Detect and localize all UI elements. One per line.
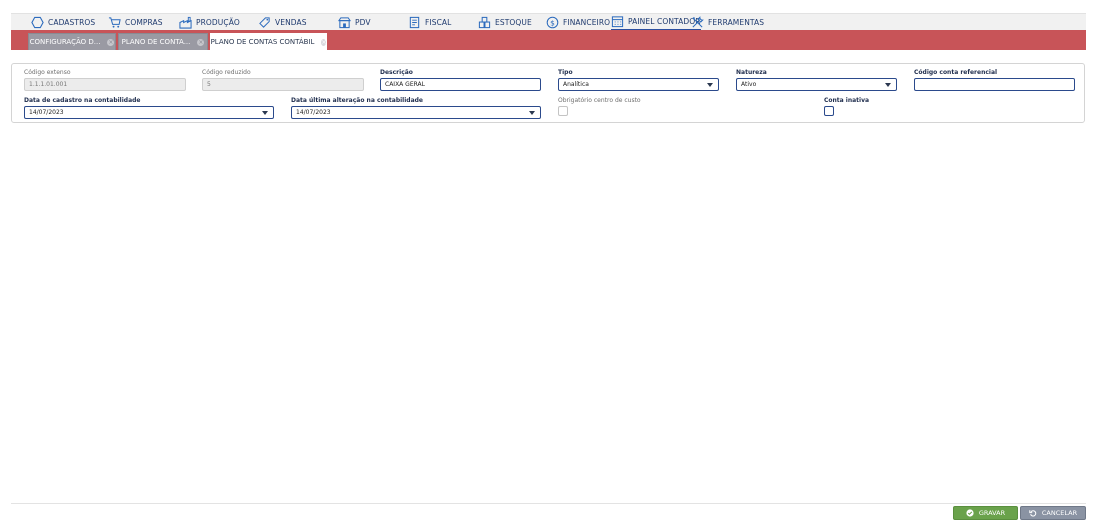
tab-bar: CONFIGURAÇÃO D... × PLANO DE CONTA... × … [11, 30, 1086, 50]
data-cadastro-field[interactable]: 14/07/2023 [24, 106, 274, 119]
codigo-reduzido-value: 5 [207, 81, 211, 88]
codigo-conta-referencial-label: Código conta referencial [914, 69, 998, 76]
tab-configuracao[interactable]: CONFIGURAÇÃO D... × [28, 33, 116, 50]
descricao-label: Descrição [380, 69, 413, 76]
account-form: Código extenso 1.1.1.01.001 Código reduz… [11, 63, 1085, 123]
undo-icon [1029, 510, 1037, 517]
save-label: GRAVAR [978, 509, 1006, 517]
tab-label: CONFIGURAÇÃO D... [29, 38, 101, 46]
tab-label: PLANO DE CONTA... [121, 38, 191, 46]
codigo-extenso-field: 1.1.1.01.001 [24, 78, 186, 91]
data-alteracao-value: 14/07/2023 [296, 109, 331, 116]
tipo-value: Analítica [563, 81, 589, 88]
close-icon[interactable]: × [197, 38, 205, 46]
check-circle-icon [966, 509, 974, 517]
data-alteracao-field[interactable]: 14/07/2023 [291, 106, 541, 119]
obrigatorio-centro-custo-checkbox[interactable] [558, 106, 568, 116]
chevron-down-icon [885, 83, 891, 87]
menu-label: FINANCEIRO [563, 18, 611, 27]
menu-item-vendas[interactable]: VENDAS [258, 14, 307, 31]
tab-plano-de-conta[interactable]: PLANO DE CONTA... × [118, 33, 208, 50]
boxes-icon [478, 16, 491, 29]
menu-item-ferramentas[interactable]: FERRAMENTAS [691, 14, 764, 31]
hexagon-icon [31, 16, 44, 29]
cancel-button[interactable]: CANCELAR [1020, 506, 1086, 520]
natureza-value: Ativo [741, 81, 757, 88]
tab-plano-de-contas-contabil[interactable]: PLANO DE CONTAS CONTÁBIL × [210, 33, 327, 50]
tag-icon [259, 17, 270, 28]
menu-item-pdv[interactable]: PDV [338, 14, 371, 31]
obrigatorio-centro-custo-label: Obrigatório centro de custo [558, 97, 641, 104]
svg-text:$: $ [550, 18, 555, 27]
menu-label: FISCAL [425, 18, 452, 27]
menu-label: PDV [355, 18, 371, 27]
descricao-value: CAIXA GERAL [385, 81, 425, 88]
menu-item-painel-contador[interactable]: PAINEL CONTADOR [611, 14, 701, 31]
chevron-down-icon [262, 111, 268, 115]
menu-item-estoque[interactable]: ESTOQUE [478, 14, 532, 31]
menu-item-fiscal[interactable]: FISCAL [408, 14, 451, 31]
menu-label: FERRAMENTAS [708, 18, 765, 27]
main-menu: CADASTROS COMPRAS PRODUÇÃO VENDAS PDV FI… [11, 13, 1086, 31]
save-button[interactable]: GRAVAR [953, 506, 1018, 520]
codigo-reduzido-label: Código reduzido [202, 69, 251, 76]
codigo-reduzido-field: 5 [202, 78, 364, 91]
menu-item-producao[interactable]: PRODUÇÃO [179, 14, 240, 31]
data-alteracao-label: Data última alteração na contabilidade [291, 97, 423, 104]
tipo-label: Tipo [558, 69, 573, 76]
cancel-label: CANCELAR [1041, 509, 1078, 517]
tools-icon [692, 16, 704, 28]
tipo-select[interactable]: Analítica [558, 78, 719, 91]
store-icon [338, 17, 351, 29]
menu-label: CADASTROS [48, 18, 96, 27]
codigo-conta-referencial-field[interactable] [914, 78, 1075, 91]
conta-inativa-label: Conta inativa [824, 97, 870, 104]
calculator-icon [611, 16, 624, 28]
menu-item-financeiro[interactable]: $ FINANCEIRO [546, 14, 610, 31]
menu-label: ESTOQUE [495, 18, 532, 27]
menu-label: PRODUÇÃO [196, 18, 240, 27]
data-cadastro-label: Data de cadastro na contabilidade [24, 97, 141, 104]
tab-label: PLANO DE CONTAS CONTÁBIL [210, 38, 315, 46]
footer-divider [11, 503, 1086, 504]
menu-label: COMPRAS [125, 18, 163, 27]
chevron-down-icon [529, 111, 535, 115]
codigo-extenso-value: 1.1.1.01.001 [29, 81, 68, 88]
chevron-down-icon [707, 83, 713, 87]
close-icon[interactable]: × [321, 38, 327, 46]
menu-item-cadastros[interactable]: CADASTROS [31, 14, 95, 31]
document-icon [409, 16, 420, 29]
menu-item-compras[interactable]: COMPRAS [108, 14, 163, 31]
data-cadastro-value: 14/07/2023 [29, 109, 64, 116]
conta-inativa-checkbox[interactable] [824, 106, 834, 116]
factory-icon [179, 16, 192, 29]
codigo-extenso-label: Código extenso [24, 69, 71, 76]
close-icon[interactable]: × [107, 38, 115, 46]
menu-label: VENDAS [275, 18, 307, 27]
natureza-select[interactable]: Ativo [736, 78, 897, 91]
natureza-label: Natureza [736, 69, 767, 76]
dollar-icon: $ [546, 16, 559, 29]
cart-icon [108, 17, 121, 28]
descricao-field[interactable]: CAIXA GERAL [380, 78, 541, 91]
menu-label: PAINEL CONTADOR [628, 17, 701, 26]
